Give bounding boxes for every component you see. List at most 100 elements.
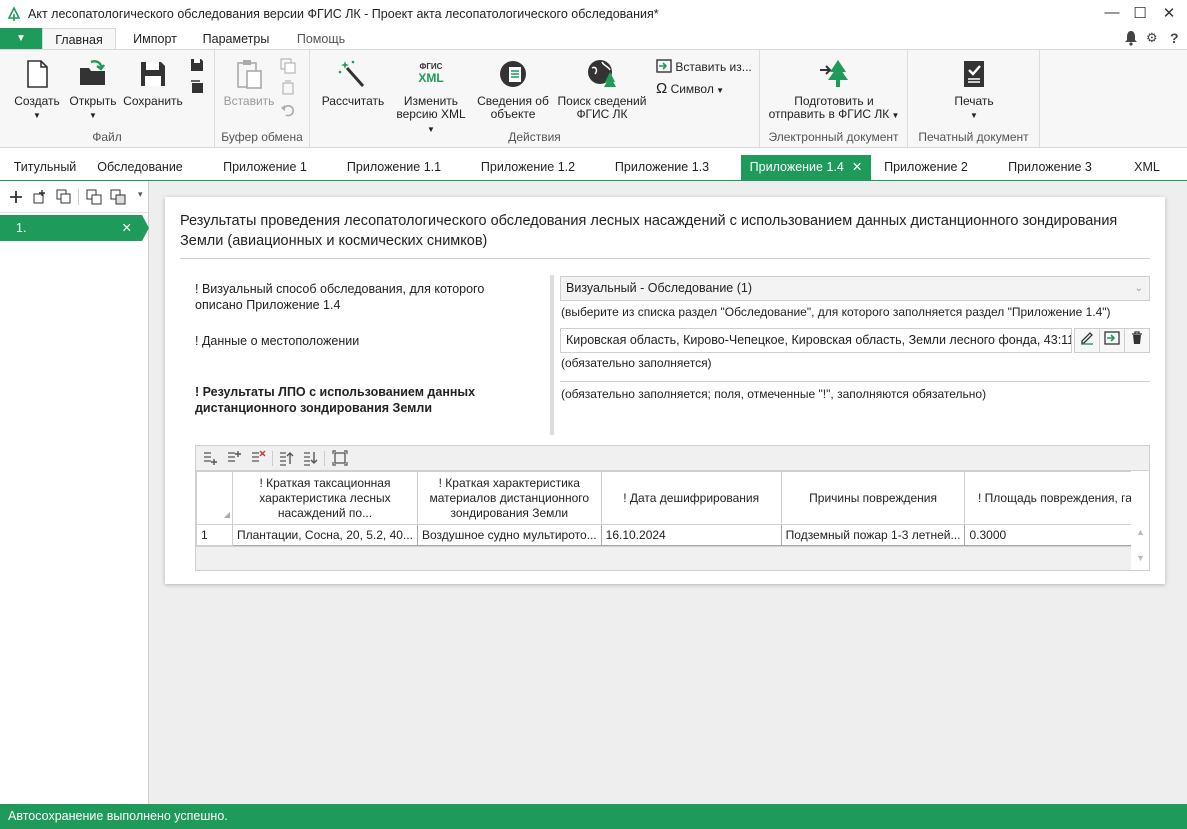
tab-help[interactable]: Помощь <box>286 28 356 50</box>
cell-decoding-date[interactable]: 16.10.2024 <box>600 524 782 546</box>
doc-tab-appendix-1-1[interactable]: Приложение 1.1 <box>340 155 448 180</box>
undo-icon[interactable] <box>280 102 296 120</box>
paste-button[interactable]: Вставить <box>220 58 278 108</box>
add-row-icon[interactable] <box>202 450 218 466</box>
group-label-clipboard: Буфер обмена <box>221 130 303 144</box>
move-down-icon[interactable] <box>302 450 318 466</box>
group-label-file: Файл <box>92 130 122 144</box>
symbol-button[interactable]: Ω Символ ▼ <box>656 80 724 98</box>
create-button[interactable]: Создать ▼ <box>10 58 64 122</box>
ribbon-group-edoc: Подготовить и отправить в ФГИС ЛК ▼ Элект… <box>760 50 908 147</box>
cell-taxation[interactable]: Плантации, Сосна, 20, 5.2, 40... <box>232 524 418 546</box>
group-label-print: Печатный документ <box>918 130 1029 144</box>
column-header-taxation[interactable]: ! Краткая таксационная характеристика ле… <box>232 471 418 525</box>
table-row[interactable]: 1 Плантации, Сосна, 20, 5.2, 40... Возду… <box>196 524 1146 546</box>
column-header-decoding-date[interactable]: ! Дата дешифрирования <box>600 471 782 525</box>
tab-import[interactable]: Импорт <box>120 28 190 50</box>
search-fgis-button[interactable]: Поиск сведений ФГИС ЛК <box>554 58 650 121</box>
print-button[interactable]: Печать ▼ <box>944 58 1004 122</box>
select-location-button[interactable] <box>1099 328 1125 353</box>
paste-item-icon[interactable] <box>110 189 126 205</box>
save-copy-icon[interactable] <box>190 80 204 98</box>
close-tab-icon[interactable]: ✕ <box>852 160 862 174</box>
settings-icon[interactable]: ⚙ <box>1146 30 1158 46</box>
move-up-icon[interactable] <box>278 450 294 466</box>
doc-tab-survey[interactable]: Обследование <box>90 155 190 180</box>
visual-method-select[interactable]: Визуальный - Обследование (1) ⌄ <box>560 276 1150 301</box>
column-header-damage-causes[interactable]: Причины повреждения <box>780 471 966 525</box>
cell-damage-causes[interactable]: Подземный пожар 1-3 летней... <box>780 524 966 546</box>
open-button[interactable]: Открыть ▼ <box>66 58 120 122</box>
tab-home[interactable]: Главная <box>42 28 116 50</box>
calculate-button[interactable]: Рассчитать <box>318 58 388 108</box>
left-toolbar: ▾ <box>0 181 148 213</box>
save-button[interactable]: Сохранить <box>122 58 184 108</box>
fit-columns-icon[interactable] <box>332 450 348 466</box>
change-xml-version-button[interactable]: ФГИС XML Изменить версию XML ▼ <box>392 58 470 136</box>
ribbon-group-clipboard: Вставить Буфер обмена <box>215 50 310 147</box>
app-menu-button[interactable]: ▼ <box>0 28 42 50</box>
add-icon[interactable] <box>8 189 24 205</box>
clipboard-paste-icon <box>233 58 265 90</box>
fgis-xml-logo-icon: ФГИС XML <box>418 62 444 85</box>
results-label: ! Результаты ЛПО с использованием данных… <box>195 385 476 415</box>
cut-icon[interactable] <box>280 80 296 98</box>
minimize-button[interactable]: — <box>1100 4 1124 24</box>
doc-tab-title[interactable]: Титульный <box>0 155 90 180</box>
edit-location-button[interactable] <box>1074 328 1100 353</box>
status-bar: Автосохранение выполнено успешно. <box>0 804 1187 829</box>
grid-scrollbar[interactable]: ▲ ▼ <box>1131 471 1149 570</box>
ribbon-tabs: ▼ Главная Импорт Параметры Помощь ⚙ ? <box>0 28 1187 50</box>
help-icon[interactable]: ? <box>1170 30 1179 46</box>
grid-footer <box>196 546 1131 570</box>
table-header-row: ◢ ! Краткая таксационная характеристика … <box>196 471 1146 525</box>
new-document-icon <box>21 58 53 90</box>
grid-toolbar <box>196 446 1149 471</box>
copy-item-icon[interactable] <box>86 189 102 205</box>
globe-tree-icon <box>586 58 618 90</box>
column-header-remote-sensing[interactable]: ! Краткая характеристика материалов дист… <box>416 471 602 525</box>
left-panel: ▾ 1. ✕ <box>0 181 149 804</box>
close-window-button[interactable]: ✕ <box>1157 4 1181 24</box>
prepare-send-button[interactable]: Подготовить и отправить в ФГИС ЛК ▼ <box>766 58 902 122</box>
print-document-icon <box>958 58 990 90</box>
doc-tab-xml[interactable]: XML <box>1122 155 1172 180</box>
main-content: Результаты проведения лесопатологическог… <box>149 181 1187 804</box>
scroll-up-icon[interactable]: ▲ <box>1136 527 1145 537</box>
column-header-damage-area[interactable]: ! Площадь повреждения, га <box>964 471 1146 525</box>
doc-tab-appendix-2[interactable]: Приложение 2 <box>876 155 976 180</box>
add-copy-icon[interactable] <box>32 189 48 205</box>
doc-tab-appendix-1[interactable]: Приложение 1 <box>210 155 320 180</box>
delete-location-button[interactable] <box>1124 328 1150 353</box>
copy-icon[interactable] <box>280 58 296 76</box>
results-hint: (обязательно заполняется; поля, отмеченн… <box>561 387 987 401</box>
more-tools-icon[interactable]: ▾ <box>138 189 143 200</box>
magic-wand-icon <box>337 58 369 90</box>
send-tree-icon <box>818 58 850 90</box>
scroll-down-icon[interactable]: ▼ <box>1136 553 1145 563</box>
save-as-icon[interactable] <box>190 58 204 76</box>
object-info-button[interactable]: Сведения об объекте <box>474 58 552 121</box>
cell-remote-sensing[interactable]: Воздушное судно мультирото... <box>416 524 602 546</box>
form-card: Результаты проведения лесопатологическог… <box>165 197 1165 584</box>
location-label: ! Данные о местоположении <box>195 334 360 348</box>
doc-tab-appendix-1-4[interactable]: Приложение 1.4 ✕ <box>741 155 871 180</box>
delete-item-icon[interactable]: ✕ <box>122 215 132 241</box>
insert-row-icon[interactable] <box>226 450 242 466</box>
list-item-1[interactable]: 1. ✕ <box>0 215 142 241</box>
doc-tab-appendix-1-2[interactable]: Приложение 1.2 <box>472 155 584 180</box>
save-disk-icon <box>137 58 169 90</box>
maximize-button[interactable]: ☐ <box>1128 4 1152 24</box>
notifications-icon[interactable] <box>1124 30 1138 49</box>
doc-tab-appendix-1-3[interactable]: Приложение 1.3 <box>606 155 718 180</box>
title-bar: Акт лесопатологического обследования вер… <box>0 0 1187 28</box>
cell-damage-area[interactable]: 0.3000 <box>964 524 1146 546</box>
location-input[interactable]: Кировская область, Кирово-Чепецкое, Киро… <box>560 328 1072 353</box>
tab-parameters[interactable]: Параметры <box>196 28 276 50</box>
doc-tab-appendix-3[interactable]: Приложение 3 <box>1000 155 1100 180</box>
location-hint: (обязательно заполняется) <box>561 356 712 370</box>
insert-from-button[interactable]: Вставить из... <box>656 58 752 76</box>
duplicate-icon[interactable] <box>56 189 72 205</box>
trash-icon <box>1132 331 1142 344</box>
delete-row-icon[interactable] <box>250 450 266 466</box>
